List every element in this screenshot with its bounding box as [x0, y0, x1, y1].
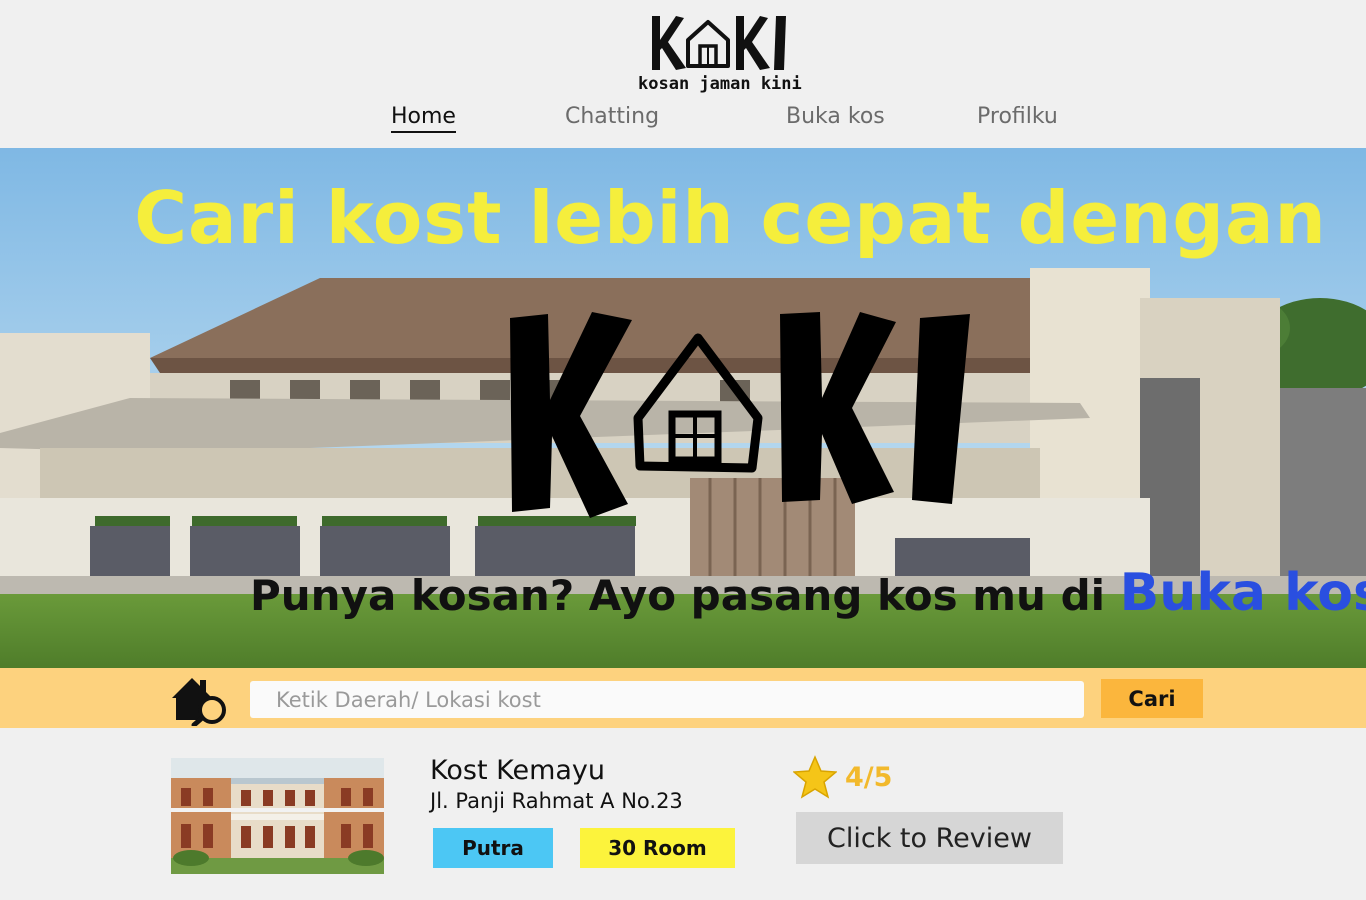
hero-banner: Cari kost lebih cepat dengan Punya kosan… [0, 148, 1366, 668]
brand-tagline: kosan jaman kini [638, 74, 802, 94]
main-nav: Home Chatting Buka kos Profilku [0, 104, 1366, 140]
search-input[interactable] [250, 681, 1084, 718]
kost-listing[interactable]: Kost Kemayu Jl. Panji Rahmat A No.23 Put… [0, 740, 1366, 890]
logo-wordmark-icon [652, 16, 786, 70]
kost-address: Jl. Panji Rahmat A No.23 [430, 789, 683, 813]
search-button[interactable]: Cari [1101, 679, 1203, 718]
review-button[interactable]: Click to Review [796, 812, 1063, 864]
kost-rating: 4/5 [845, 762, 893, 793]
hero-subtitle-text: Punya kosan? Ayo pasang kos mu di [250, 571, 1106, 620]
nav-profilku[interactable]: Profilku [977, 104, 1058, 129]
brand-logo[interactable]: kosan jaman kini [636, 10, 806, 98]
kost-thumbnail-image[interactable] [171, 758, 384, 874]
hero-logo-icon [510, 312, 970, 518]
kost-name[interactable]: Kost Kemayu [430, 755, 605, 786]
nav-buka-kos[interactable]: Buka kos [786, 104, 885, 129]
search-bar: Cari [0, 668, 1366, 728]
header: kosan jaman kini Home Chatting Buka kos … [0, 0, 1366, 148]
nav-home[interactable]: Home [391, 104, 456, 133]
nav-chatting[interactable]: Chatting [565, 104, 659, 129]
house-search-icon [172, 678, 226, 726]
hero-subtitle: Punya kosan? Ayo pasang kos mu di Buka k… [250, 563, 1366, 623]
kost-type-badge: Putra [433, 828, 553, 868]
hero-buka-kos-link[interactable]: Buka kos [1120, 563, 1366, 623]
hero-title: Cari kost lebih cepat dengan [134, 176, 1327, 260]
kost-rooms-badge: 30 Room [580, 828, 735, 868]
star-icon [793, 755, 837, 799]
